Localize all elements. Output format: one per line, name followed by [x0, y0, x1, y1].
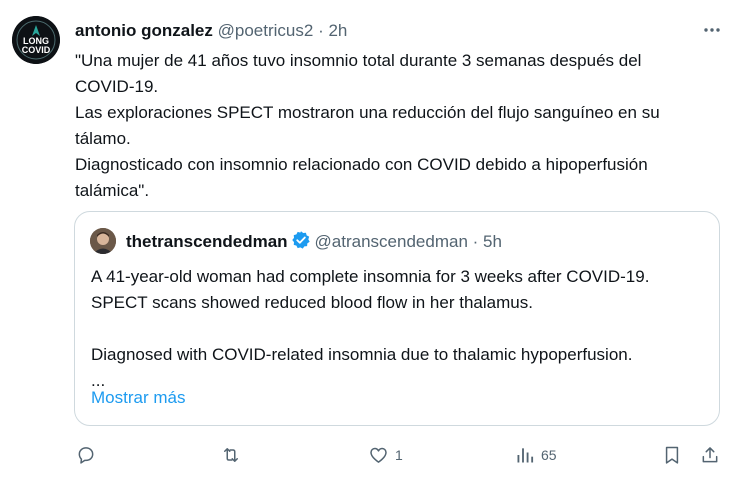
- quoted-line: SPECT scans showed reduced blood flow in…: [91, 293, 533, 312]
- views-icon: [517, 448, 534, 463]
- tweet-text: "Una mujer de 41 años tuvo insomnio tota…: [75, 48, 725, 204]
- more-options-button[interactable]: [700, 18, 724, 42]
- quoted-line: A 41-year-old woman had complete insomni…: [91, 267, 650, 286]
- verified-badge-icon[interactable]: [291, 230, 311, 250]
- person-portrait-icon: [90, 228, 116, 254]
- retweet-icon: [224, 448, 238, 462]
- time-separator: ·: [318, 21, 324, 40]
- like-button[interactable]: 1: [368, 440, 403, 470]
- quoted-tweet-time[interactable]: 5h: [483, 232, 502, 251]
- action-bar: 1 65: [0, 440, 740, 470]
- tweet-time[interactable]: 2h: [328, 21, 347, 40]
- retweet-button[interactable]: [220, 440, 242, 470]
- reply-button[interactable]: [76, 440, 96, 470]
- bookmark-button[interactable]: [662, 440, 682, 470]
- like-count: 1: [395, 447, 403, 463]
- tweet-line: talámica".: [75, 181, 150, 200]
- quoted-time-separator: ·: [472, 232, 479, 251]
- bookmark-icon: [665, 446, 679, 464]
- heart-icon: [370, 447, 387, 463]
- tweet-line: Las exploraciones SPECT mostraron una re…: [75, 103, 660, 122]
- author-handle[interactable]: @poetricus2: [218, 21, 314, 40]
- quoted-tweet[interactable]: thetranscendedman @atranscendedman · 5h …: [74, 211, 720, 426]
- views-button[interactable]: 65: [515, 440, 557, 470]
- svg-text:COVID: COVID: [22, 45, 51, 55]
- long-covid-logo: LONG COVID: [12, 16, 60, 64]
- quoted-author-handle[interactable]: @atranscendedman: [315, 232, 468, 251]
- author-name[interactable]: antonio gonzalez: [75, 21, 213, 40]
- more-icon: [704, 28, 720, 32]
- share-icon: [702, 447, 718, 463]
- quoted-line: Diagnosed with COVID-related insomnia du…: [91, 345, 633, 364]
- reply-icon: [78, 447, 94, 464]
- share-button[interactable]: [700, 440, 720, 470]
- quoted-line: [91, 316, 711, 342]
- show-more-link[interactable]: Mostrar más: [91, 388, 185, 408]
- quoted-tweet-header: thetranscendedman @atranscendedman · 5h: [126, 230, 502, 253]
- tweet-line: tálamo.: [75, 129, 131, 148]
- views-count: 65: [541, 447, 557, 463]
- quoted-author-name[interactable]: thetranscendedman: [126, 232, 288, 251]
- author-avatar[interactable]: LONG COVID: [12, 16, 60, 64]
- quoted-tweet-text: A 41-year-old woman had complete insomni…: [91, 264, 711, 394]
- quoted-author-avatar[interactable]: [90, 228, 116, 254]
- tweet-header: antonio gonzalez @poetricus2 · 2h: [75, 20, 347, 42]
- tweet-line: COVID-19.: [75, 77, 159, 96]
- tweet-line: Diagnosticado con insomnio relacionado c…: [75, 155, 648, 174]
- tweet-line: "Una mujer de 41 años tuvo insomnio tota…: [75, 51, 642, 70]
